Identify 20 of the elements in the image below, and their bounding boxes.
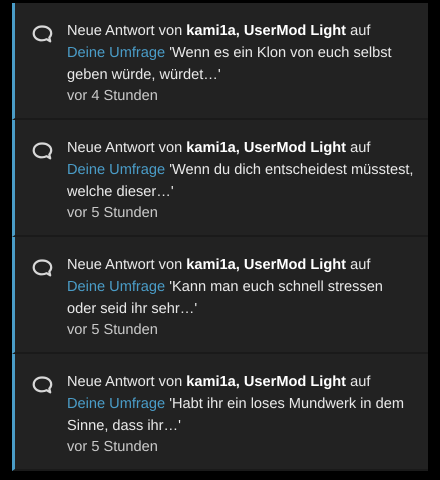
timestamp: vor 5 Stunden bbox=[67, 438, 159, 457]
notification-text: Neue Antwort von kami1a, UserMod Light auf Deine Umfrage 'Kann man euch schnell stressen oder seid ihr sehr…' bbox=[67, 256, 384, 319]
notification-card[interactable]: Neue Antwort von kami1a, UserMod Light auf Deine Umfrage 'Habt ihr ein loses Mundwerk in dem Sinne, dass ihr…' vor 5 Stunden bbox=[12, 354, 428, 471]
timestamp: vor 4 Stunden bbox=[67, 87, 159, 106]
speech-bubble-icon bbox=[31, 24, 53, 44]
notification-card[interactable]: Neue Antwort von kami1a, UserMod Light auf Deine Umfrage 'Kann man euch schnell stressen oder seid ihr sehr…' vor 5 Stunden bbox=[12, 237, 428, 354]
notification-text: Neue Antwort von kami1a, UserMod Light auf Deine Umfrage 'Wenn es ein Klon von euch selbst geben würde, würdet…' bbox=[67, 22, 393, 85]
timestamp: vor 5 Stunden bbox=[67, 204, 159, 223]
poll-link[interactable]: Deine Umfrage bbox=[67, 279, 166, 295]
notification-card[interactable]: Neue Antwort von kami1a, UserMod Light auf Deine Umfrage 'Wenn es ein Klon von euch selbst geben würde, würdet…' vor 4 Stunden bbox=[12, 3, 428, 120]
timestamp: vor 5 Stunden bbox=[67, 321, 159, 340]
notification-text: Neue Antwort von kami1a, UserMod Light auf Deine Umfrage 'Habt ihr ein loses Mundwerk in dem Sinne, dass ihr…' bbox=[67, 373, 405, 436]
poll-link[interactable]: Deine Umfrage bbox=[67, 396, 166, 412]
speech-bubble-icon bbox=[31, 141, 53, 161]
speech-bubble-icon bbox=[31, 258, 53, 278]
notification-card[interactable]: Neue Antwort von kami1a, UserMod Light auf Deine Umfrage 'Wenn du dich entscheidest müsstest, welche dieser…' vor 5 Stunden bbox=[12, 120, 428, 237]
notification-text: Neue Antwort von kami1a, UserMod Light auf Deine Umfrage 'Wenn du dich entscheidest müsstest, welche dieser…' bbox=[67, 139, 414, 202]
poll-link[interactable]: Deine Umfrage bbox=[67, 162, 166, 178]
speech-bubble-icon bbox=[31, 375, 53, 395]
poll-link[interactable]: Deine Umfrage bbox=[67, 45, 166, 61]
